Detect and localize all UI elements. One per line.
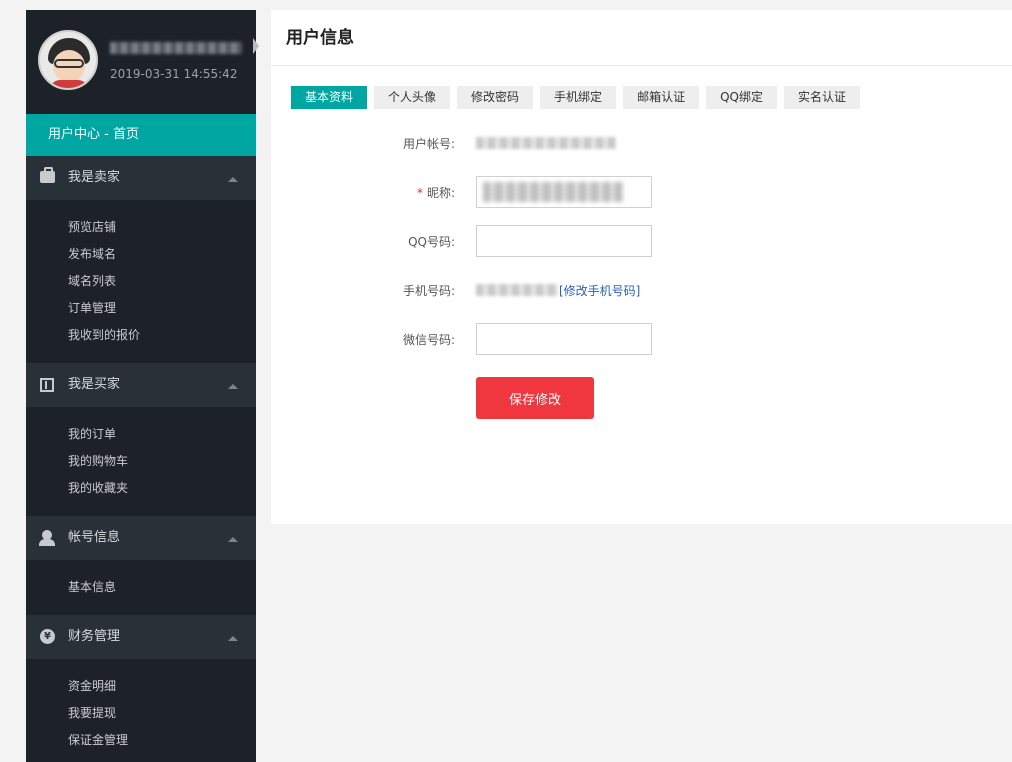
seller-menu: 预览店铺 发布域名 域名列表 订单管理 我收到的报价	[26, 200, 256, 363]
qq-input[interactable]	[476, 225, 652, 257]
sidebar-home-link[interactable]: 用户中心 - 首页	[26, 114, 256, 156]
chevron-up-icon	[228, 177, 238, 182]
nickname-value-redacted	[483, 182, 623, 202]
page-title: 用户信息	[271, 10, 1012, 66]
tab-real-name[interactable]: 实名认证	[783, 86, 860, 109]
sidebar-section-finance[interactable]: ¥ 财务管理	[26, 615, 256, 659]
buyer-menu: 我的订单 我的购物车 我的收藏夹	[26, 407, 256, 516]
wechat-label: 微信号码:	[402, 333, 455, 347]
sidebar-item-deposit-management[interactable]: 保证金管理	[26, 727, 256, 754]
nickname-label: 昵称:	[426, 186, 455, 200]
sidebar-section-buyer[interactable]: 我是买家	[26, 363, 256, 407]
sidebar-item-my-favorites[interactable]: 我的收藏夹	[26, 475, 256, 502]
qq-label: QQ号码:	[408, 235, 455, 249]
qq-row: QQ号码:	[271, 225, 1012, 257]
book-icon	[40, 378, 54, 392]
tab-email-verification[interactable]: 邮箱认证	[623, 86, 700, 109]
sidebar-item-publish-domain[interactable]: 发布域名	[26, 241, 256, 268]
change-phone-link[interactable]: [修改手机号码]	[559, 282, 640, 299]
section-title: 我是卖家	[68, 170, 121, 185]
chevron-up-icon	[228, 384, 238, 389]
required-mark: *	[416, 186, 423, 200]
finance-menu: 资金明细 我要提现 保证金管理	[26, 659, 256, 762]
sidebar-item-withdraw[interactable]: 我要提现	[26, 700, 256, 727]
sidebar-item-my-orders[interactable]: 我的订单	[26, 421, 256, 448]
sidebar-section-account[interactable]: 帐号信息	[26, 516, 256, 560]
profile-panel: 2019-03-31 14:55:42	[26, 10, 256, 114]
phone-row: 手机号码: [修改手机号码]	[271, 274, 1012, 306]
sidebar-item-my-cart[interactable]: 我的购物车	[26, 448, 256, 475]
section-title: 我是买家	[68, 377, 121, 392]
tab-phone-binding[interactable]: 手机绑定	[540, 86, 617, 109]
save-button[interactable]: 保存修改	[476, 377, 594, 419]
sidebar-item-basic-info[interactable]: 基本信息	[26, 574, 256, 601]
main-panel: 用户信息 基本资料 个人头像 修改密码 手机绑定 邮箱认证 QQ绑定 实名认证 …	[271, 10, 1012, 524]
nickname-label-wrap: * 昵称:	[417, 184, 455, 201]
section-title: 财务管理	[68, 629, 121, 644]
tab-avatar[interactable]: 个人头像	[374, 86, 451, 109]
user-icon	[39, 530, 55, 546]
avatar[interactable]	[38, 30, 98, 90]
section-title: 帐号信息	[68, 530, 121, 545]
tab-qq-binding[interactable]: QQ绑定	[706, 86, 777, 109]
username-redacted	[110, 42, 242, 54]
nickname-row: * 昵称:	[271, 176, 1012, 208]
tab-bar: 基本资料 个人头像 修改密码 手机绑定 邮箱认证 QQ绑定 实名认证	[291, 86, 867, 109]
phone-label: 手机号码:	[402, 284, 455, 298]
sidebar-item-fund-details[interactable]: 资金明细	[26, 673, 256, 700]
account-label: 用户帐号:	[402, 137, 455, 151]
briefcase-icon	[40, 167, 55, 183]
account-menu: 基本信息	[26, 560, 256, 615]
sidebar-collapse-arrow-icon[interactable]	[253, 38, 259, 54]
sidebar-item-preview-store[interactable]: 预览店铺	[26, 214, 256, 241]
wechat-row: 微信号码:	[271, 323, 1012, 355]
sidebar-section-seller[interactable]: 我是卖家	[26, 156, 256, 200]
sidebar-item-domain-list[interactable]: 域名列表	[26, 268, 256, 295]
chevron-up-icon	[228, 636, 238, 641]
sidebar: 2019-03-31 14:55:42 用户中心 - 首页 我是卖家 预览店铺 …	[26, 10, 256, 762]
tab-basic-info[interactable]: 基本资料	[291, 86, 368, 109]
sidebar-item-received-quotes[interactable]: 我收到的报价	[26, 322, 256, 349]
sidebar-item-order-management[interactable]: 订单管理	[26, 295, 256, 322]
login-time: 2019-03-31 14:55:42	[110, 67, 238, 81]
phone-value-redacted	[476, 284, 558, 296]
tab-change-password[interactable]: 修改密码	[457, 86, 534, 109]
wechat-input[interactable]	[476, 323, 652, 355]
chevron-up-icon	[228, 537, 238, 542]
account-row: 用户帐号:	[271, 127, 1012, 159]
account-value-redacted	[476, 137, 616, 149]
coin-icon: ¥	[40, 629, 55, 644]
